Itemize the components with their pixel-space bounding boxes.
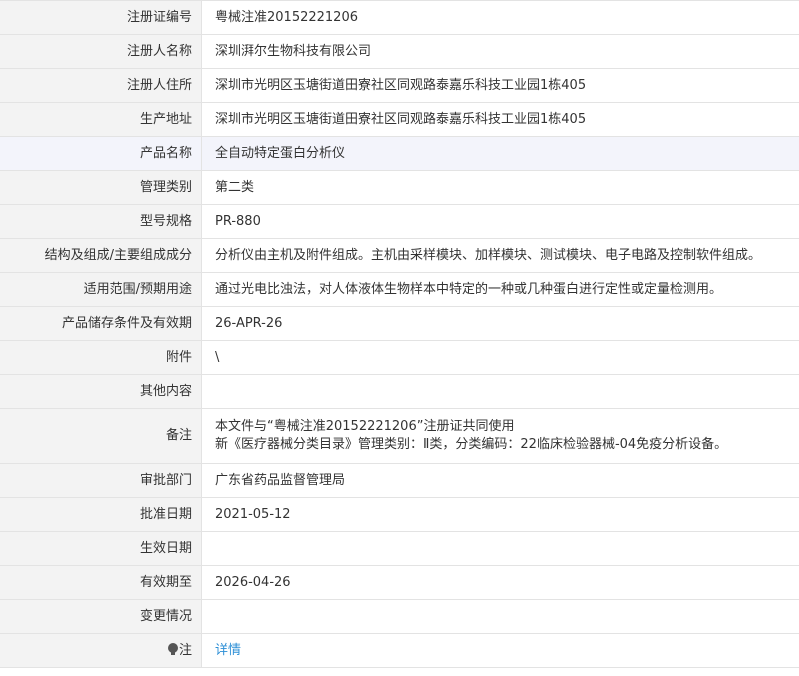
table-row: 审批部门 广东省药品监督管理局 [0,463,799,498]
field-value: 详情 [201,633,799,668]
field-label: 其他内容 [0,374,202,409]
field-value: 分析仪由主机及附件组成。主机由采样模块、加样模块、测试模块、电子电路及控制软件组… [201,238,799,273]
field-value: 广东省药品监督管理局 [201,463,799,498]
field-value: 深圳市光明区玉塘街道田寮社区同观路泰嘉乐科技工业园1栋405 [201,68,799,103]
table-row: 生效日期 [0,531,799,566]
remark-line: 新《医疗器械分类目录》管理类别：Ⅱ类，分类编码：22临床检验器械-04免疫分析设… [215,437,728,452]
field-value: 通过光电比浊法，对人体液体生物样本中特定的一种或几种蛋白进行定性或定量检测用。 [201,272,799,307]
table-row: 有效期至 2026-04-26 [0,565,799,600]
field-label: 审批部门 [0,463,202,498]
field-label: 结构及组成/主要组成成分 [0,238,202,273]
field-value: 粤械注准20152221206 [201,0,799,35]
note-label-cell: 注 [0,633,202,668]
field-label: 生效日期 [0,531,202,566]
table-row: 注 详情 [0,633,799,668]
field-value: 深圳湃尔生物科技有限公司 [201,34,799,69]
table-row: 结构及组成/主要组成成分 分析仪由主机及附件组成。主机由采样模块、加样模块、测试… [0,238,799,273]
field-label: 管理类别 [0,170,202,205]
field-label: 注 [178,642,192,658]
field-label: 注册人名称 [0,34,202,69]
remark-line: 本文件与“粤械注准20152221206”注册证共同使用 [215,419,515,434]
table-row: 备注 本文件与“粤械注准20152221206”注册证共同使用 新《医疗器械分类… [0,408,799,464]
field-label: 注册证编号 [0,0,202,35]
field-value: 26-APR-26 [201,306,799,341]
field-value: 第二类 [201,170,799,205]
field-label: 产品名称 [0,136,202,171]
field-label: 有效期至 [0,565,202,600]
field-label: 备注 [0,408,202,464]
lightbulb-icon [167,642,178,656]
field-value: 2026-04-26 [201,565,799,600]
table-row: 生产地址 深圳市光明区玉塘街道田寮社区同观路泰嘉乐科技工业园1栋405 [0,102,799,137]
field-value [201,599,799,634]
field-label: 附件 [0,340,202,375]
table-row: 变更情况 [0,599,799,634]
field-label: 型号规格 [0,204,202,239]
field-label: 生产地址 [0,102,202,137]
field-label: 注册人住所 [0,68,202,103]
field-label: 产品储存条件及有效期 [0,306,202,341]
field-value: PR-880 [201,204,799,239]
field-value: 全自动特定蛋白分析仪 [201,136,799,171]
field-label: 批准日期 [0,497,202,532]
table-row: 其他内容 [0,374,799,409]
field-value [201,531,799,566]
details-link[interactable]: 详情 [215,643,241,658]
table-row: 注册人名称 深圳湃尔生物科技有限公司 [0,34,799,69]
field-value: 本文件与“粤械注准20152221206”注册证共同使用 新《医疗器械分类目录》… [201,408,799,464]
table-row: 管理类别 第二类 [0,170,799,205]
field-value: 2021-05-12 [201,497,799,532]
field-value: 深圳市光明区玉塘街道田寮社区同观路泰嘉乐科技工业园1栋405 [201,102,799,137]
table-row: 适用范围/预期用途 通过光电比浊法，对人体液体生物样本中特定的一种或几种蛋白进行… [0,272,799,307]
table-row: 批准日期 2021-05-12 [0,497,799,532]
field-label: 适用范围/预期用途 [0,272,202,307]
field-value [201,374,799,409]
registration-info-table: 注册证编号 粤械注准20152221206 注册人名称 深圳湃尔生物科技有限公司… [0,0,799,668]
table-row: 注册人住所 深圳市光明区玉塘街道田寮社区同观路泰嘉乐科技工业园1栋405 [0,68,799,103]
table-row: 产品储存条件及有效期 26-APR-26 [0,306,799,341]
table-row: 型号规格 PR-880 [0,204,799,239]
table-row-highlighted: 产品名称 全自动特定蛋白分析仪 [0,136,799,171]
field-value: \ [201,340,799,375]
table-row: 注册证编号 粤械注准20152221206 [0,0,799,35]
table-row: 附件 \ [0,340,799,375]
field-label: 变更情况 [0,599,202,634]
